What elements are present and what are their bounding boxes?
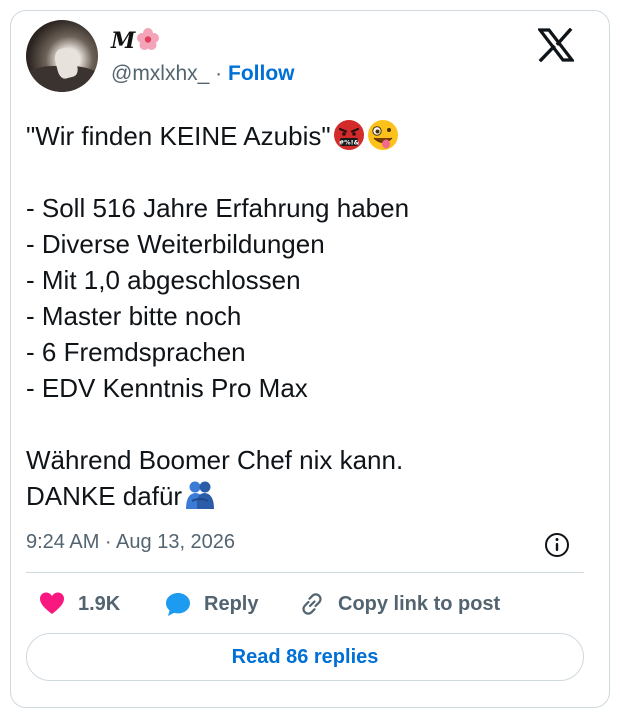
handle-separator: ·: [209, 62, 229, 85]
tweet-headline: "Wir finden KEINE Azubis": [26, 121, 331, 151]
svg-text:#%!&: #%!&: [338, 139, 359, 147]
user-handle[interactable]: @mxlxhx_: [111, 62, 209, 85]
action-bar: 1.9K Reply Copy link to post: [26, 586, 586, 622]
like-button[interactable]: 1.9K: [38, 586, 120, 622]
copy-link-label: Copy link to post: [338, 592, 501, 615]
reply-button[interactable]: Reply: [164, 586, 258, 622]
closing-line: Während Boomer Chef nix kann.: [26, 445, 404, 475]
heart-icon: [40, 592, 64, 614]
list-item: - EDV Kenntnis Pro Max: [26, 373, 308, 403]
read-replies-button[interactable]: Read 86 replies: [26, 633, 584, 681]
list-item: - Master bitte noch: [26, 301, 242, 331]
follow-button[interactable]: Follow: [228, 62, 295, 85]
link-icon: [302, 593, 322, 615]
thanks-text: DANKE dafür: [26, 481, 183, 511]
info-icon[interactable]: [544, 532, 570, 558]
closing-line-thanks: DANKE dafür: [26, 478, 586, 514]
list-item: - Diverse Weiterbildungen: [26, 229, 325, 259]
people-hugging-emoji-icon: [186, 481, 215, 509]
read-replies-label: Read 86 replies: [231, 645, 379, 668]
swearing-face-emoji-icon: #%!&: [333, 120, 364, 150]
list-item: - Soll 516 Jahre Erfahrung haben: [26, 193, 410, 223]
avatar[interactable]: [26, 20, 98, 92]
tweet-text: "Wir finden KEINE Azubis" #%!& - Soll 51…: [26, 118, 586, 514]
zany-face-emoji-icon: [367, 120, 398, 150]
copy-link-button[interactable]: Copy link to post: [298, 586, 500, 622]
flower-emoji-icon: [137, 28, 159, 50]
speech-bubble-icon: [166, 593, 190, 616]
tweet-line-title: "Wir finden KEINE Azubis" #%!&: [26, 118, 586, 154]
post-timestamp[interactable]: 9:24 AM · Aug 13, 2026: [26, 531, 235, 554]
handle-row: @mxlxhx_ · Follow: [111, 62, 295, 86]
list-item: - 6 Fremdsprachen: [26, 337, 246, 367]
like-count: 1.9K: [78, 592, 121, 615]
x-logo-icon[interactable]: [538, 28, 574, 62]
list-item: - Mit 1,0 abgeschlossen: [26, 265, 301, 295]
display-name[interactable]: M: [111, 28, 135, 54]
divider: [26, 572, 584, 573]
reply-label: Reply: [204, 592, 259, 615]
